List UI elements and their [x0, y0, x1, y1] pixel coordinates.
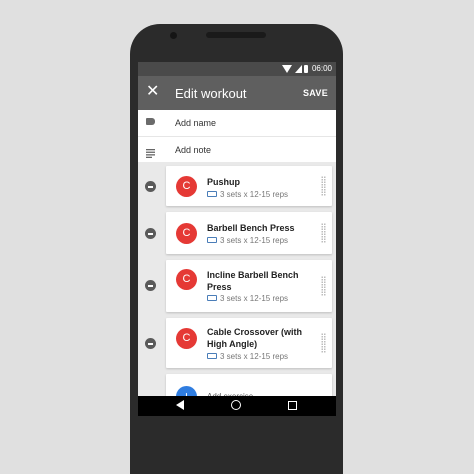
exercise-meta: 3 sets x 12-15 reps [207, 236, 288, 245]
dumbbell-icon [207, 190, 217, 197]
exercise-name: Barbell Bench Press [207, 223, 295, 233]
drag-handle-icon[interactable] [321, 276, 326, 296]
exercise-name: Cable Crossover (with High Angle) [207, 327, 303, 349]
screen: 06:00 ✕ Edit workout SAVE Add name Add n… [138, 62, 336, 416]
status-time: 06:00 [311, 64, 332, 73]
notes-icon [146, 145, 156, 158]
home-icon[interactable] [231, 400, 241, 410]
list-item[interactable]: C Pushup 3 sets x 12-15 reps [166, 166, 332, 206]
exercise-name: Pushup [207, 177, 240, 187]
remove-icon[interactable] [145, 338, 156, 349]
list-item[interactable]: C Incline Barbell Bench Press 3 sets x 1… [166, 260, 332, 312]
camera-icon [170, 32, 177, 39]
dumbbell-icon [207, 236, 217, 243]
battery-icon [304, 65, 308, 73]
exercise-meta: 3 sets x 12-15 reps [207, 190, 288, 199]
exercise-name: Incline Barbell Bench Press [207, 270, 299, 292]
exercise-meta-text: 3 sets x 12-15 reps [220, 352, 289, 361]
drag-handle-icon[interactable] [321, 176, 326, 196]
save-button[interactable]: SAVE [303, 88, 328, 98]
drag-handle-icon[interactable] [321, 333, 326, 353]
name-field-placeholder[interactable]: Add name [175, 118, 216, 128]
exercise-meta: 3 sets x 12-15 reps [207, 352, 288, 361]
nav-bar [138, 396, 336, 416]
avatar: C [176, 176, 197, 197]
remove-icon[interactable] [145, 228, 156, 239]
status-bar: 06:00 [138, 62, 336, 76]
tag-icon [146, 118, 156, 127]
avatar: C [176, 223, 197, 244]
recents-icon[interactable] [288, 401, 297, 410]
note-field-placeholder[interactable]: Add note [175, 145, 211, 155]
note-field[interactable]: Add note [138, 137, 336, 164]
close-icon[interactable]: ✕ [146, 84, 159, 100]
remove-icon[interactable] [145, 280, 156, 291]
speaker-grille [206, 32, 266, 38]
avatar: C [176, 269, 197, 290]
page-title: Edit workout [175, 86, 247, 101]
drag-handle-icon[interactable] [321, 223, 326, 243]
exercise-meta-text: 3 sets x 12-15 reps [220, 236, 289, 245]
app-bar: ✕ Edit workout SAVE [138, 76, 336, 110]
exercise-meta: 3 sets x 12-15 reps [207, 294, 288, 303]
exercise-list: C Pushup 3 sets x 12-15 reps C Barbell B… [138, 162, 336, 416]
exercise-meta-text: 3 sets x 12-15 reps [220, 294, 289, 303]
remove-icon[interactable] [145, 181, 156, 192]
signal-icon [295, 65, 302, 73]
dumbbell-icon [207, 352, 217, 359]
avatar: C [176, 328, 197, 349]
list-item[interactable]: C Cable Crossover (with High Angle) 3 se… [166, 318, 332, 368]
list-item[interactable]: C Barbell Bench Press 3 sets x 12-15 rep… [166, 212, 332, 254]
wifi-icon [282, 65, 292, 73]
exercise-meta-text: 3 sets x 12-15 reps [220, 190, 289, 199]
back-icon[interactable] [176, 400, 184, 410]
dumbbell-icon [207, 294, 217, 301]
name-field[interactable]: Add name [138, 110, 336, 137]
